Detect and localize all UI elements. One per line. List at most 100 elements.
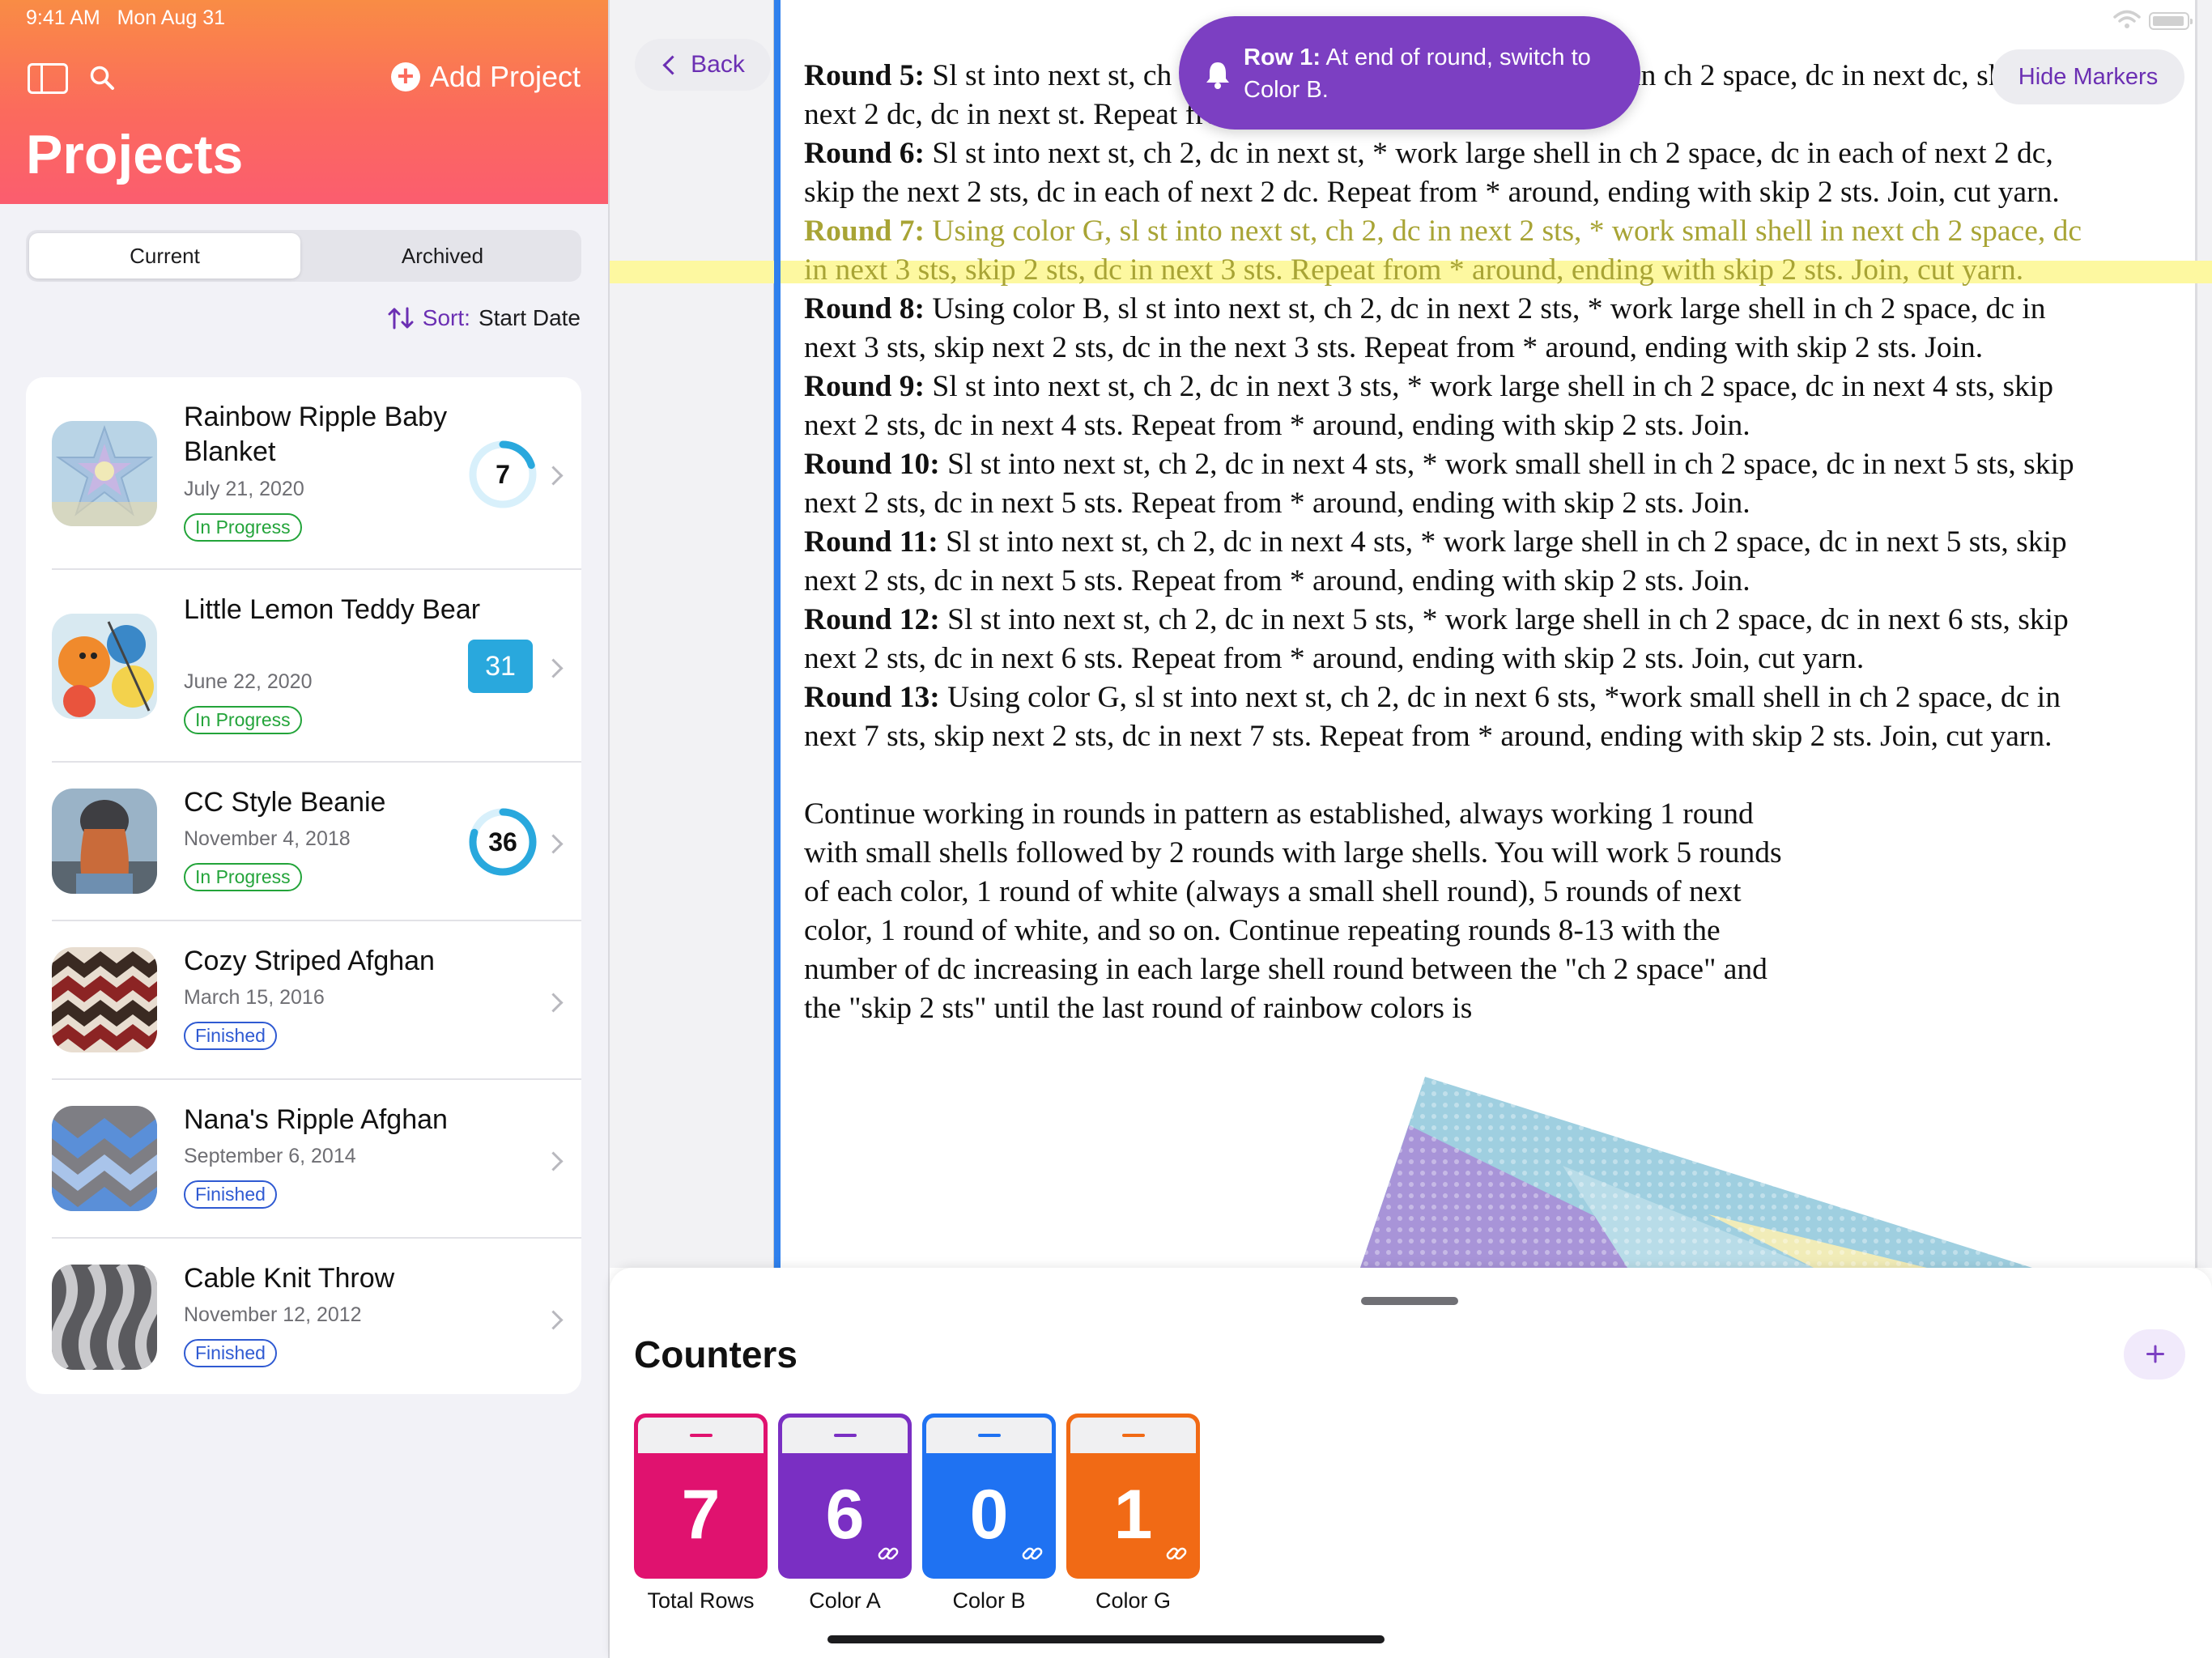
chevron-right-icon xyxy=(543,993,564,1013)
minus-icon xyxy=(1122,1434,1145,1437)
project-row[interactable]: Cozy Striped Afghan March 15, 2016 Finis… xyxy=(26,921,581,1080)
page-title: Projects xyxy=(26,124,244,185)
segmented-control: Current Archived xyxy=(26,230,581,282)
counters-panel: Counters 7 Total Rows 6 Color A 0 Color B 1 Col… xyxy=(610,1268,2212,1658)
counter-label: Total Rows xyxy=(647,1588,755,1613)
bell-icon xyxy=(1206,62,1229,89)
chevron-right-icon xyxy=(543,1310,564,1330)
status-badge: In Progress xyxy=(184,863,302,891)
pattern-round: Round 12: Sl st into next st, ch 2, dc i… xyxy=(804,601,2083,678)
decrement-button[interactable] xyxy=(1070,1418,1196,1453)
round-label: Round 9: xyxy=(804,370,925,403)
project-row[interactable]: Rainbow Ripple Baby Blanket July 21, 202… xyxy=(26,377,581,570)
project-thumbnail xyxy=(52,947,157,1052)
status-badge: In Progress xyxy=(184,513,302,542)
sort-button[interactable]: Sort: Start Date xyxy=(387,305,581,331)
pattern-round: Round 7: Using color G, sl st into next … xyxy=(804,212,2083,290)
project-title: Little Lemon Teddy Bear xyxy=(184,594,481,625)
project-row[interactable]: Little Lemon Teddy Bear June 22, 2020 In… xyxy=(26,570,581,763)
counter-value: 7 xyxy=(681,1476,721,1554)
search-icon[interactable] xyxy=(89,65,115,91)
pattern-round: Round 6: Sl st into next st, ch 2, dc in… xyxy=(804,134,2083,212)
pattern-round: Round 11: Sl st into next st, ch 2, dc i… xyxy=(804,523,2083,601)
round-label: Round 13: xyxy=(804,681,940,714)
hide-markers-button[interactable]: Hide Markers xyxy=(1992,49,2184,104)
round-instructions: Sl st into next st, ch 2, dc in next 3 s… xyxy=(804,370,2053,442)
status-badge: Finished xyxy=(184,1022,277,1050)
round-instructions: Using color G, sl st into next st, ch 2,… xyxy=(804,681,2061,753)
project-list: Rainbow Ripple Baby Blanket July 21, 202… xyxy=(26,377,581,1394)
status-badge: Finished xyxy=(184,1180,277,1209)
project-row[interactable]: CC Style Beanie November 4, 2018 In Prog… xyxy=(26,763,581,921)
round-instructions: Using color B, sl st into next st, ch 2,… xyxy=(804,292,2046,364)
project-date: March 15, 2016 xyxy=(184,986,325,1009)
round-label: Round 10: xyxy=(804,448,940,481)
counter-card[interactable]: 7 xyxy=(634,1414,768,1579)
project-title: Nana's Ripple Afghan xyxy=(184,1104,448,1135)
sidebar-header: 9:41 AM Mon Aug 31 + Add Project Project… xyxy=(0,0,608,204)
segment-archived[interactable]: Archived xyxy=(307,233,578,278)
project-date: June 22, 2020 xyxy=(184,670,313,693)
project-thumbnail xyxy=(52,1265,157,1370)
round-label: Round 8: xyxy=(804,292,925,325)
plus-circle-icon: + xyxy=(390,62,420,91)
sort-arrows-icon xyxy=(388,307,414,329)
project-title: Cozy Striped Afghan xyxy=(184,946,435,976)
project-thumbnail xyxy=(52,421,157,526)
counters-title: Counters xyxy=(634,1333,798,1375)
round-label: Round 6: xyxy=(804,137,925,170)
pattern-round: Round 8: Using color B, sl st into next … xyxy=(804,290,2083,368)
marker-line[interactable] xyxy=(774,0,781,1268)
status-bar-time: 9:41 AM Mon Aug 31 xyxy=(26,6,226,29)
row-counter-value: 36 xyxy=(488,827,517,857)
chevron-right-icon xyxy=(543,1151,564,1171)
add-project-button[interactable]: + Add Project xyxy=(390,60,581,94)
counter-label: Color A xyxy=(809,1588,881,1613)
chevron-left-icon xyxy=(662,54,683,75)
round-instructions: Using color G, sl st into next st, ch 2,… xyxy=(804,215,2082,287)
row-counter-value: 7 xyxy=(496,460,510,489)
chevron-right-icon xyxy=(543,466,564,486)
counter-card[interactable]: 1 xyxy=(1066,1414,1200,1579)
project-date: November 12, 2012 xyxy=(184,1303,362,1326)
blanket-illustration xyxy=(1360,1077,2032,1268)
project-thumbnail xyxy=(52,789,157,894)
paragraph-text: Continue working in rounds in pattern as… xyxy=(804,797,1782,1025)
sheet-grabber[interactable] xyxy=(1361,1297,1458,1305)
toast-row-label: Row 1: xyxy=(1244,45,1321,70)
back-button[interactable]: Back xyxy=(635,39,771,91)
segment-current[interactable]: Current xyxy=(29,233,300,278)
link-icon xyxy=(878,1547,899,1560)
round-label: Round 11: xyxy=(804,525,938,559)
link-icon xyxy=(1166,1547,1187,1560)
pattern-text: Round 5: Sl st into next st, ch 2, dc in… xyxy=(804,57,2083,1028)
round-label: Round 12: xyxy=(804,603,940,636)
project-date: September 6, 2014 xyxy=(184,1145,356,1167)
decrement-button[interactable] xyxy=(782,1418,908,1453)
sidebar: 9:41 AM Mon Aug 31 + Add Project Project… xyxy=(0,0,610,1658)
sidebar-toggle-icon[interactable] xyxy=(28,63,68,94)
pattern-round: Round 9: Sl st into next st, ch 2, dc in… xyxy=(804,368,2083,445)
decrement-button[interactable] xyxy=(926,1418,1052,1453)
pattern-round: Round 10: Sl st into next st, ch 2, dc i… xyxy=(804,445,2083,523)
counter-card[interactable]: 0 xyxy=(922,1414,1056,1579)
minus-icon xyxy=(690,1434,713,1437)
round-instructions: Sl st into next st, ch 2, dc in next 5 s… xyxy=(804,603,2069,675)
status-badge: In Progress xyxy=(184,706,302,734)
project-title: CC Style Beanie xyxy=(184,787,386,818)
minus-icon xyxy=(978,1434,1001,1437)
add-counter-button[interactable] xyxy=(2124,1329,2185,1380)
project-date: November 4, 2018 xyxy=(184,827,351,850)
toast-message: Row 1: At end of round, switch to Color … xyxy=(1244,41,1624,106)
chevron-right-icon xyxy=(543,834,564,854)
wifi-icon xyxy=(2113,10,2141,28)
round-lines: Round 5: Sl st into next st, ch 2, dc in… xyxy=(804,57,2083,756)
chevron-right-icon xyxy=(543,658,564,678)
project-title: Rainbow Ripple Baby Blanket xyxy=(184,402,448,467)
row-counter-ring: 7 xyxy=(467,439,538,510)
counter-card[interactable]: 6 xyxy=(778,1414,912,1579)
decrement-button[interactable] xyxy=(638,1418,764,1453)
project-row[interactable]: Cable Knit Throw November 12, 2012 Finis… xyxy=(26,1239,581,1394)
row-reminder-toast[interactable]: Row 1: At end of round, switch to Color … xyxy=(1179,16,1640,130)
project-row[interactable]: Nana's Ripple Afghan September 6, 2014 F… xyxy=(26,1080,581,1239)
